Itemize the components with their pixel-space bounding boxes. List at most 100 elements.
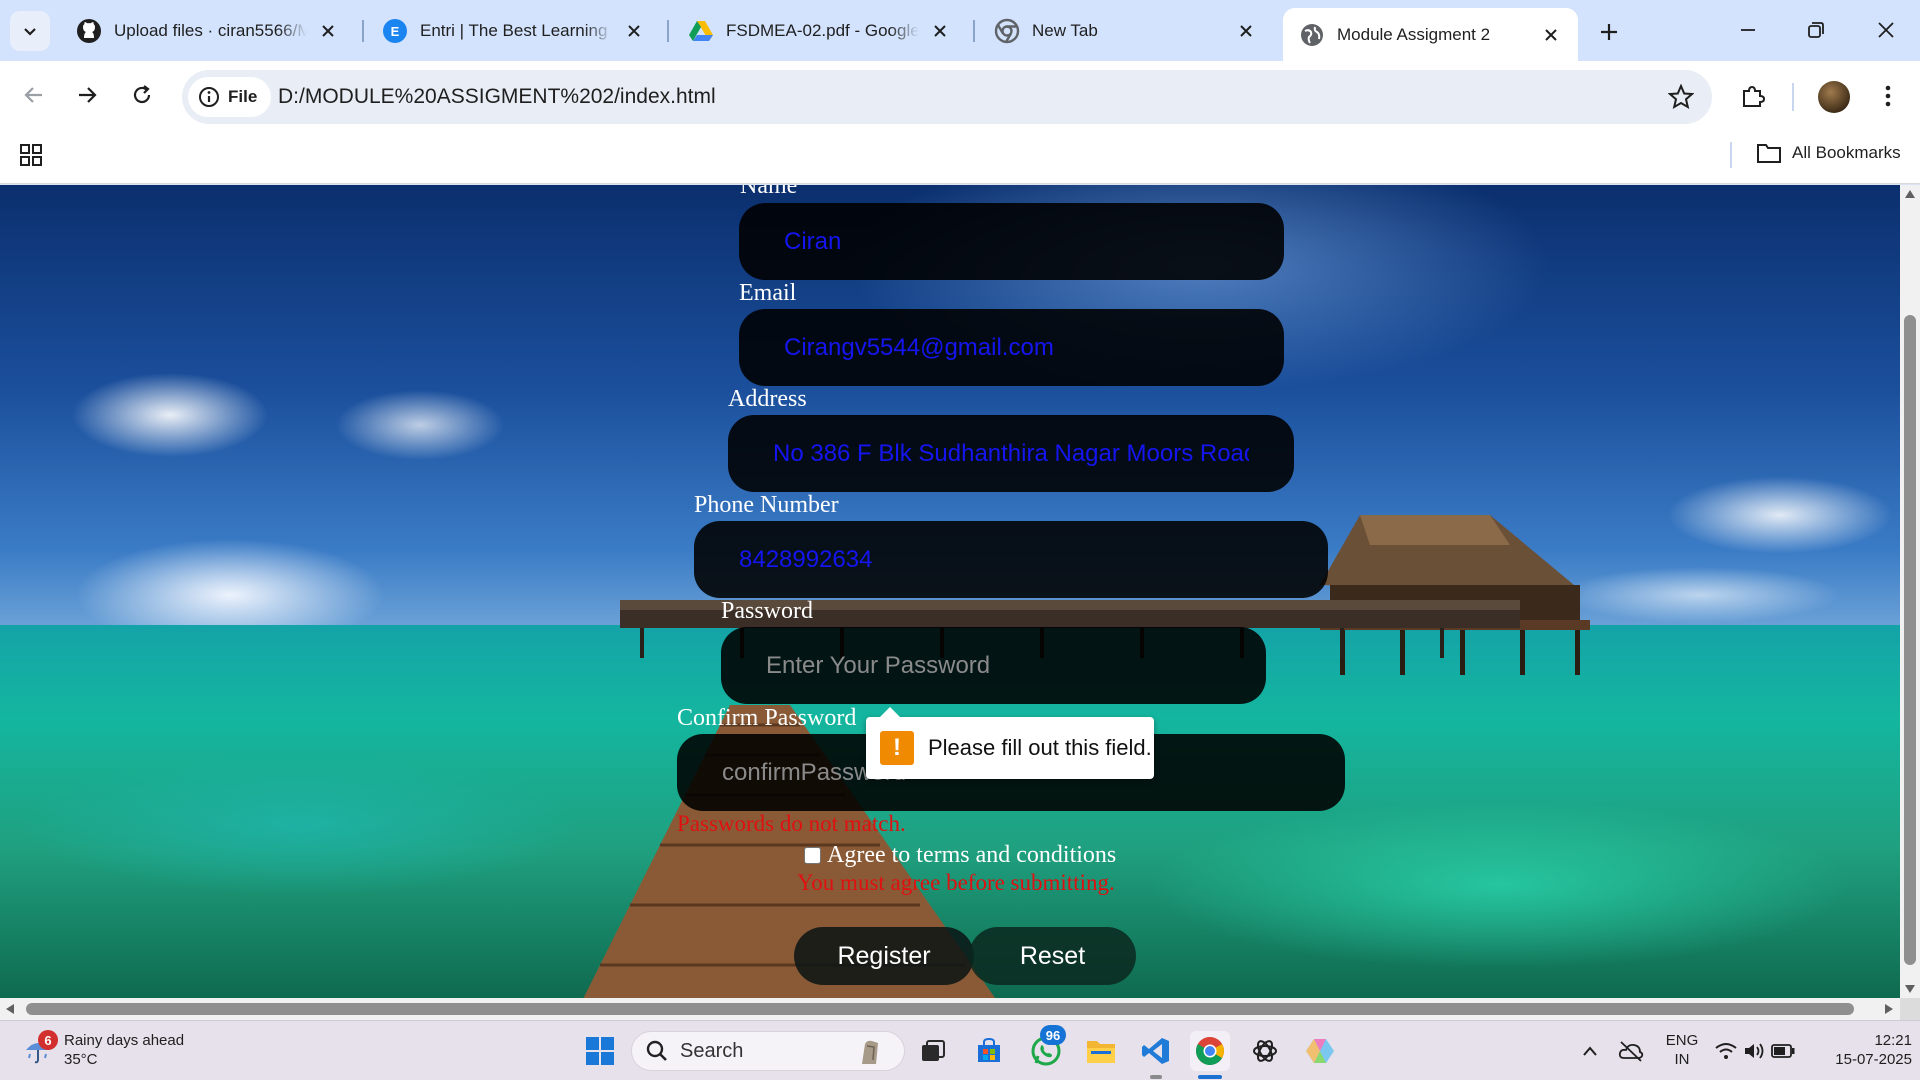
language-indicator[interactable]: ENG IN <box>1662 1031 1702 1069</box>
minimize-button[interactable] <box>1720 8 1776 52</box>
start-button[interactable] <box>580 1031 620 1071</box>
name-input-value: Ciran <box>784 227 842 255</box>
scroll-down-icon[interactable] <box>1904 984 1916 994</box>
chatgpt-icon <box>1253 1040 1277 1062</box>
phone-input-value: 8428992634 <box>739 545 873 573</box>
tab-search-button[interactable] <box>10 11 50 51</box>
chatgpt-button[interactable] <box>1245 1031 1285 1071</box>
info-icon <box>199 87 219 107</box>
clock-time: 12:21 <box>1874 1032 1912 1049</box>
file-explorer-button[interactable] <box>1081 1031 1121 1071</box>
chrome-taskbar-button[interactable] <box>1190 1031 1230 1071</box>
address-input[interactable]: No 386 F Blk Sudhanthira Nagar Moors Roa… <box>728 415 1294 492</box>
tab-google-drive[interactable]: FSDMEA-02.pdf - Google D <box>672 10 967 51</box>
profile-avatar[interactable] <box>1818 81 1850 113</box>
chevron-down-icon <box>24 28 36 36</box>
back-button[interactable] <box>14 75 54 115</box>
extensions-button[interactable] <box>1733 76 1773 116</box>
globe-icon <box>1299 22 1325 48</box>
reload-icon <box>133 85 151 104</box>
vertical-scrollbar[interactable] <box>1900 185 1920 998</box>
search-highlight-icon <box>862 1040 878 1064</box>
close-icon[interactable] <box>1235 20 1257 42</box>
scrollbar-corner <box>1900 998 1920 1020</box>
close-icon[interactable] <box>1540 24 1562 46</box>
github-icon <box>76 18 102 44</box>
password-label: Password <box>721 598 814 624</box>
apps-grid-icon[interactable] <box>18 142 44 168</box>
quick-settings-button[interactable] <box>1710 1031 1800 1071</box>
agree-terms-label[interactable]: Agree to terms and conditions <box>827 842 1116 869</box>
clock[interactable]: 12:21 15-07-2025 <box>1812 1031 1912 1069</box>
validation-tooltip-text: Please fill out this field. <box>928 735 1152 760</box>
password-input[interactable]: Enter Your Password <box>721 627 1266 704</box>
url-text[interactable]: D:/MODULE%20ASSIGMENT%202/index.html <box>278 85 716 109</box>
close-icon[interactable] <box>317 20 339 42</box>
onedrive-button[interactable] <box>1613 1031 1649 1071</box>
battery-icon <box>1771 1044 1795 1058</box>
all-bookmarks-label: All Bookmarks <box>1792 143 1901 162</box>
tab-github[interactable]: Upload files · ciran5566/M <box>60 10 355 51</box>
show-hidden-icons-button[interactable] <box>1572 1031 1608 1071</box>
address-label: Address <box>728 386 807 412</box>
weather-temp: 35°C <box>64 1051 98 1068</box>
tab-new-tab[interactable]: New Tab <box>978 10 1273 51</box>
scroll-left-icon[interactable] <box>5 1003 15 1015</box>
horizontal-scrollbar[interactable] <box>0 998 1900 1020</box>
google-drive-icon <box>688 18 714 44</box>
arrow-right-icon <box>79 87 97 103</box>
whatsapp-badge: 96 <box>1040 1025 1066 1045</box>
forward-button[interactable] <box>67 75 107 115</box>
bookmarks-separator <box>1730 142 1732 168</box>
vscode-button[interactable] <box>1136 1031 1176 1071</box>
site-info-chip[interactable]: File <box>188 77 272 117</box>
taskbar-search-label: Search <box>680 1039 744 1062</box>
umbrella-icon: 6 <box>22 1030 58 1066</box>
menu-button[interactable] <box>1868 76 1908 116</box>
password-placeholder: Enter Your Password <box>766 651 991 679</box>
vscode-running-indicator <box>1150 1075 1162 1079</box>
reset-button[interactable]: Reset <box>969 927 1136 985</box>
new-tab-button[interactable] <box>1591 14 1627 50</box>
windows-taskbar: 6 Rainy days ahead 35°C Search 96 ENG IN… <box>0 1020 1920 1080</box>
close-icon[interactable] <box>623 20 645 42</box>
chrome-icon <box>994 18 1020 44</box>
weather-widget[interactable]: 6 Rainy days ahead 35°C <box>22 1030 184 1069</box>
taskbar-search[interactable]: Search <box>631 1031 905 1071</box>
restore-button[interactable] <box>1788 8 1844 52</box>
email-input[interactable]: Cirangv5544@gmail.com <box>739 309 1284 386</box>
svg-text:E: E <box>391 24 400 39</box>
vertical-scroll-thumb[interactable] <box>1904 315 1916 965</box>
microsoft-store-icon <box>978 1037 1000 1062</box>
horizontal-scroll-thumb[interactable] <box>26 1003 1854 1015</box>
language-primary: ENG <box>1665 1032 1699 1049</box>
name-input[interactable]: Ciran <box>739 203 1284 280</box>
name-label: Name <box>740 185 798 199</box>
weather-badge: 6 <box>38 1030 58 1050</box>
task-view-button[interactable] <box>913 1031 953 1071</box>
tab-title: Module Assigment 2 <box>1337 24 1491 44</box>
register-button[interactable]: Register <box>794 927 974 985</box>
tab-module-assigment[interactable]: Module Assigment 2 <box>1283 8 1578 61</box>
all-bookmarks-button[interactable]: All Bookmarks <box>1756 142 1901 164</box>
bookmark-star-icon[interactable] <box>1668 84 1694 110</box>
scroll-right-icon[interactable] <box>1884 1003 1894 1015</box>
store-button[interactable] <box>969 1031 1009 1071</box>
tab-strip: Upload files · ciran5566/M E Entri | The… <box>0 0 1920 61</box>
gemini-app-button[interactable] <box>1300 1031 1340 1071</box>
chevron-up-icon <box>1583 1046 1597 1056</box>
folder-icon <box>1087 1041 1115 1063</box>
phone-input[interactable]: 8428992634 <box>694 521 1328 598</box>
bookmarks-bar: All Bookmarks <box>0 132 1920 184</box>
search-icon <box>646 1040 667 1061</box>
tab-title: Entri | The Best Learning ar <box>420 20 613 40</box>
colorful-diamond-icon <box>1306 1039 1334 1063</box>
scroll-up-icon[interactable] <box>1904 189 1916 199</box>
close-icon[interactable] <box>929 20 951 42</box>
chrome-icon <box>1196 1037 1224 1065</box>
close-window-button[interactable] <box>1858 8 1914 52</box>
reload-button[interactable] <box>122 75 162 115</box>
address-bar[interactable]: File D:/MODULE%20ASSIGMENT%202/index.htm… <box>182 70 1712 124</box>
tab-entri[interactable]: E Entri | The Best Learning ar <box>366 10 661 51</box>
agree-terms-checkbox[interactable] <box>804 847 821 864</box>
